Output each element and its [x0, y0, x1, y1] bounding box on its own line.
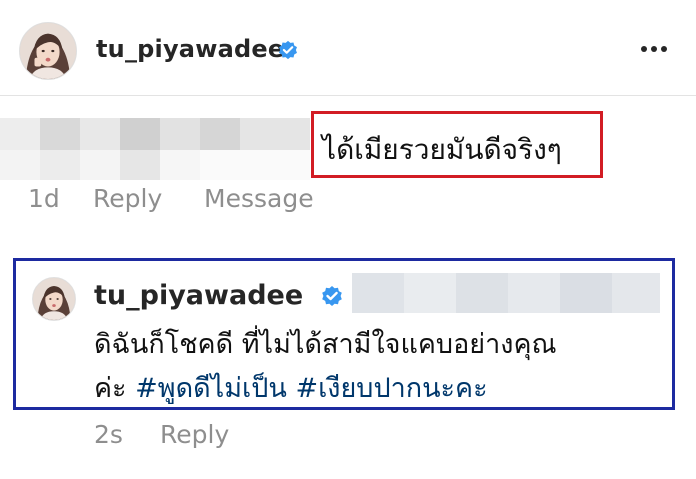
reply-text-prefix: ค่ะ — [94, 373, 136, 404]
profile-photo-icon — [20, 23, 76, 79]
hashtag-link[interactable]: #เงียบปากนะคะ — [295, 373, 487, 404]
reply-username[interactable]: tu_piyawadee — [94, 280, 303, 311]
hashtag-link[interactable]: #พูดดีไม่เป็น — [135, 373, 287, 404]
profile-photo-icon — [33, 278, 75, 320]
post-username[interactable]: tu_piyawadee — [96, 35, 284, 63]
profile-avatar[interactable] — [19, 22, 77, 80]
comment-timestamp: 1d — [28, 184, 60, 213]
reply-text-line2: ค่ะ #พูดดีไม่เป็น #เงียบปากนะคะ — [94, 366, 488, 409]
post-header: tu_piyawadee — [0, 0, 696, 96]
censored-mention — [352, 273, 660, 313]
comment-reply-button[interactable]: Reply — [93, 184, 162, 213]
comment-message-button[interactable]: Message — [204, 184, 314, 213]
reply-timestamp: 2s — [94, 420, 123, 449]
more-horizontal-icon[interactable] — [640, 44, 668, 54]
reply-reply-button[interactable]: Reply — [160, 420, 229, 449]
comment-text: ได้เมียรวยมันดีจริงๆ — [322, 133, 562, 166]
censored-commenter — [0, 118, 310, 180]
reply-text-line1: ดิฉันก็โชคดี ที่ไม่ได้สามีใจแคบอย่างคุณ — [94, 329, 557, 360]
reply-avatar[interactable] — [32, 277, 76, 321]
verified-badge-icon — [279, 40, 297, 60]
verified-badge-icon — [322, 286, 342, 306]
